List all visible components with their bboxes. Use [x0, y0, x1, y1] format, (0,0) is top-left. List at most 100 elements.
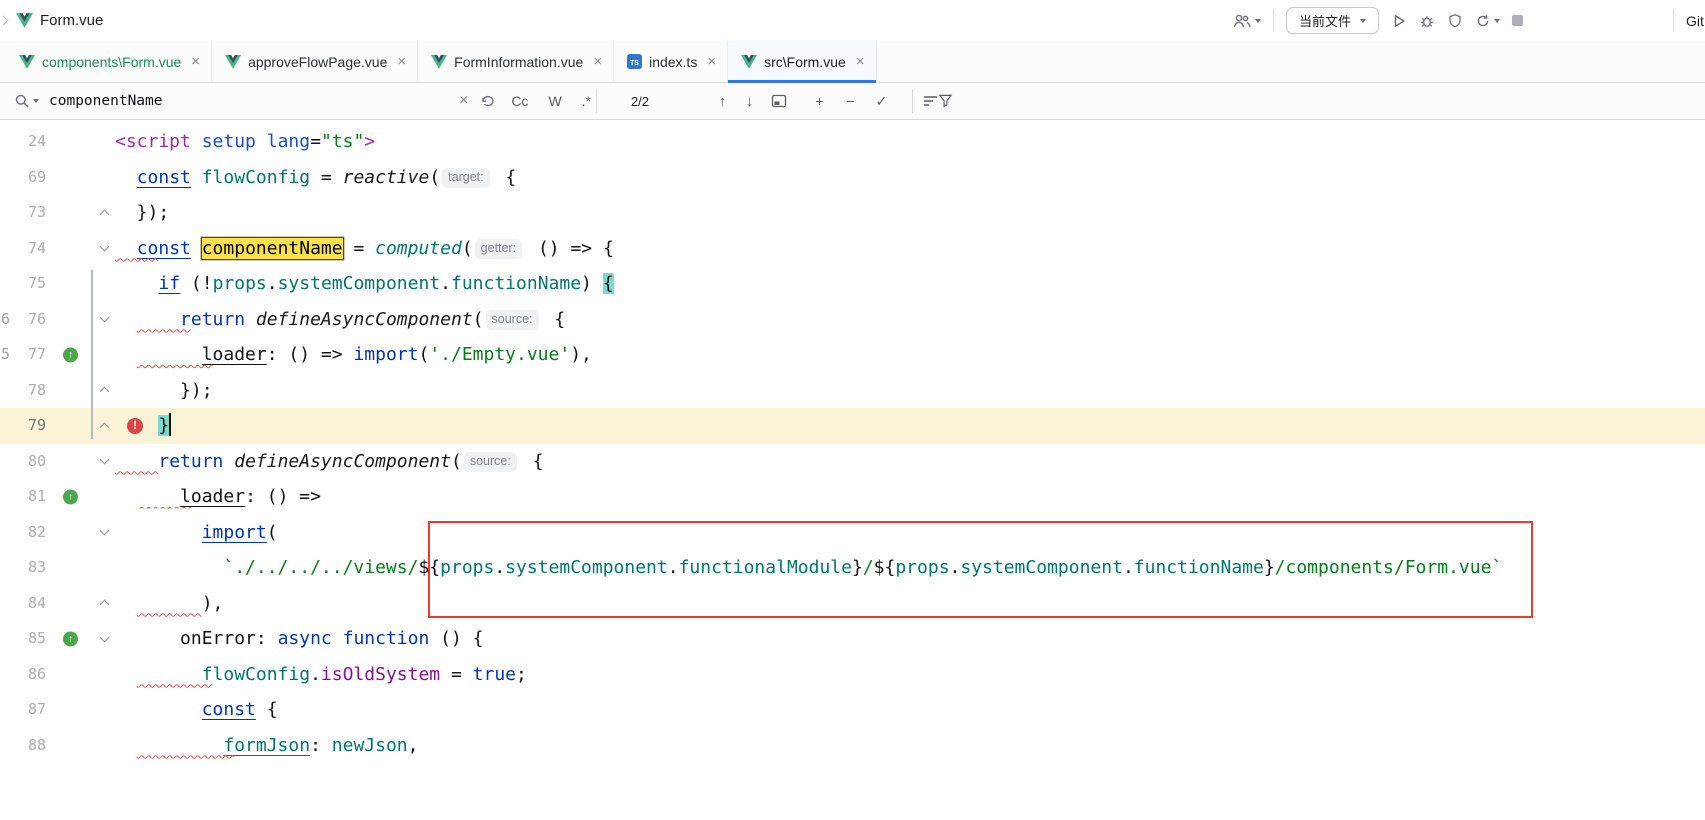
- line-number[interactable]: 86: [0, 657, 46, 693]
- line-number[interactable]: 82: [0, 515, 46, 551]
- fold-marker-icon[interactable]: [100, 526, 110, 536]
- code-line[interactable]: 676 return defineAsyncComponent(source: …: [0, 302, 1705, 338]
- editor-tab[interactable]: FormInformation.vue×: [418, 41, 614, 82]
- next-match-button[interactable]: ↓: [736, 93, 763, 110]
- code-line[interactable]: 69 const flowConfig = reactive(target: {: [0, 160, 1705, 196]
- parameter-hint-inlay[interactable]: getter:: [475, 239, 522, 259]
- tab-close-icon[interactable]: ×: [593, 53, 602, 70]
- tab-close-icon[interactable]: ×: [191, 53, 200, 70]
- fold-marker-icon[interactable]: [100, 242, 110, 252]
- error-marker-icon[interactable]: !: [127, 418, 143, 434]
- add-occurrence-button[interactable]: +: [807, 93, 832, 109]
- search-field[interactable]: componentName × Cc W .*: [14, 92, 596, 110]
- code-line[interactable]: 74 const componentName = computed(getter…: [0, 231, 1705, 267]
- gutter[interactable]: 74: [0, 231, 115, 267]
- remove-occurrence-button[interactable]: −: [838, 93, 863, 109]
- gutter[interactable]: 83: [0, 550, 115, 586]
- editor-tab[interactable]: TSindex.ts×: [614, 41, 728, 82]
- gutter[interactable]: 82: [0, 515, 115, 551]
- editor-tab[interactable]: components\Form.vue×: [6, 41, 212, 82]
- parameter-hint-inlay[interactable]: source:: [486, 310, 539, 330]
- line-number[interactable]: 24: [0, 124, 46, 160]
- filter-lines-icon[interactable]: [923, 95, 938, 107]
- fold-marker-icon[interactable]: [100, 632, 110, 642]
- gutter[interactable]: 24: [0, 124, 115, 160]
- code-line[interactable]: 87 const {: [0, 692, 1705, 728]
- line-number[interactable]: 73: [0, 195, 46, 231]
- search-input[interactable]: componentName: [49, 93, 447, 109]
- code-line[interactable]: 78 });: [0, 373, 1705, 409]
- code-line[interactable]: 83 `./../../../views/${props.systemCompo…: [0, 550, 1705, 586]
- git-menu-label[interactable]: Git: [1686, 13, 1705, 29]
- gutter[interactable]: 676: [0, 302, 115, 338]
- code-with-me-icon[interactable]: [1232, 13, 1261, 29]
- gutter[interactable]: 88: [0, 728, 115, 764]
- code-line[interactable]: 81↑ loader: () =>: [0, 479, 1705, 515]
- code-line[interactable]: 73 });: [0, 195, 1705, 231]
- gutter[interactable]: 79: [0, 408, 115, 444]
- gutter[interactable]: 78: [0, 373, 115, 409]
- line-number[interactable]: 78: [0, 373, 46, 409]
- code-editor[interactable]: 24<script setup lang="ts">69 const flowC…: [0, 120, 1705, 820]
- profiler-button[interactable]: [1475, 13, 1500, 29]
- run-button[interactable]: [1391, 13, 1407, 29]
- gutter[interactable]: 81 ↑: [0, 479, 115, 515]
- code-line[interactable]: 85↑ onError: async function () {: [0, 621, 1705, 657]
- fold-marker-icon[interactable]: [100, 455, 110, 465]
- gutter[interactable]: 75: [0, 266, 115, 302]
- previous-match-button[interactable]: ↑: [709, 93, 736, 110]
- fold-marker-icon[interactable]: [100, 387, 110, 397]
- gutter[interactable]: 85 ↑: [0, 621, 115, 657]
- tab-close-icon[interactable]: ×: [397, 53, 406, 70]
- search-history-icon[interactable]: [480, 94, 496, 108]
- code-line[interactable]: 88 formJson: newJson,: [0, 728, 1705, 764]
- line-number[interactable]: 83: [0, 550, 46, 586]
- run-configuration-selector[interactable]: 当前文件: [1286, 7, 1379, 34]
- parameter-hint-inlay[interactable]: target:: [442, 168, 489, 188]
- tab-close-icon[interactable]: ×: [707, 53, 716, 70]
- gutter[interactable]: 86: [0, 657, 115, 693]
- code-line[interactable]: 24<script setup lang="ts">: [0, 124, 1705, 160]
- line-number[interactable]: 88: [0, 728, 46, 764]
- line-number[interactable]: 81: [0, 479, 46, 515]
- stop-button[interactable]: [1512, 15, 1523, 26]
- line-number[interactable]: 85: [0, 621, 46, 657]
- tab-close-icon[interactable]: ×: [856, 53, 865, 70]
- line-number[interactable]: 77: [0, 337, 46, 373]
- line-number[interactable]: 87: [0, 692, 46, 728]
- gutter[interactable]: 69: [0, 160, 115, 196]
- code-line[interactable]: 82 import(: [0, 515, 1705, 551]
- search-icon[interactable]: [14, 93, 39, 109]
- code-line[interactable]: 79 }!: [0, 408, 1705, 444]
- code-line[interactable]: 80 return defineAsyncComponent(source: {: [0, 444, 1705, 480]
- gutter[interactable]: 577↑: [0, 337, 115, 373]
- line-number[interactable]: 84: [0, 586, 46, 622]
- regex-toggle[interactable]: .*: [577, 93, 596, 109]
- clear-search-icon[interactable]: ×: [457, 92, 470, 110]
- code-line[interactable]: 84 ),: [0, 586, 1705, 622]
- fold-marker-icon[interactable]: [100, 600, 110, 610]
- debug-button[interactable]: [1419, 13, 1435, 29]
- match-case-toggle[interactable]: Cc: [506, 93, 533, 109]
- whole-words-toggle[interactable]: W: [543, 93, 566, 109]
- gutter[interactable]: 87: [0, 692, 115, 728]
- line-number[interactable]: 80: [0, 444, 46, 480]
- gutter-green-arrow-icon[interactable]: ↑: [63, 631, 78, 646]
- parameter-hint-inlay[interactable]: source:: [464, 452, 517, 472]
- fold-marker-icon[interactable]: [100, 313, 110, 323]
- code-line[interactable]: 577↑ loader: () => import('./Empty.vue')…: [0, 337, 1705, 373]
- editor-tab[interactable]: src\Form.vue×: [728, 41, 876, 82]
- filter-icon[interactable]: [938, 94, 953, 108]
- line-number[interactable]: 74: [0, 231, 46, 267]
- select-all-occurrences-button[interactable]: ✓: [869, 93, 894, 110]
- gutter[interactable]: 73: [0, 195, 115, 231]
- gutter-green-arrow-icon[interactable]: ↑: [63, 347, 78, 362]
- code-line[interactable]: 86 flowConfig.isOldSystem = true;: [0, 657, 1705, 693]
- code-line[interactable]: 75 if (!props.systemComponent.functionNa…: [0, 266, 1705, 302]
- line-number[interactable]: 69: [0, 160, 46, 196]
- gutter-green-arrow-icon[interactable]: ↑: [63, 489, 78, 504]
- editor-tab[interactable]: approveFlowPage.vue×: [212, 41, 418, 82]
- gutter[interactable]: 80: [0, 444, 115, 480]
- line-number[interactable]: 75: [0, 266, 46, 302]
- line-number[interactable]: 76: [0, 302, 46, 338]
